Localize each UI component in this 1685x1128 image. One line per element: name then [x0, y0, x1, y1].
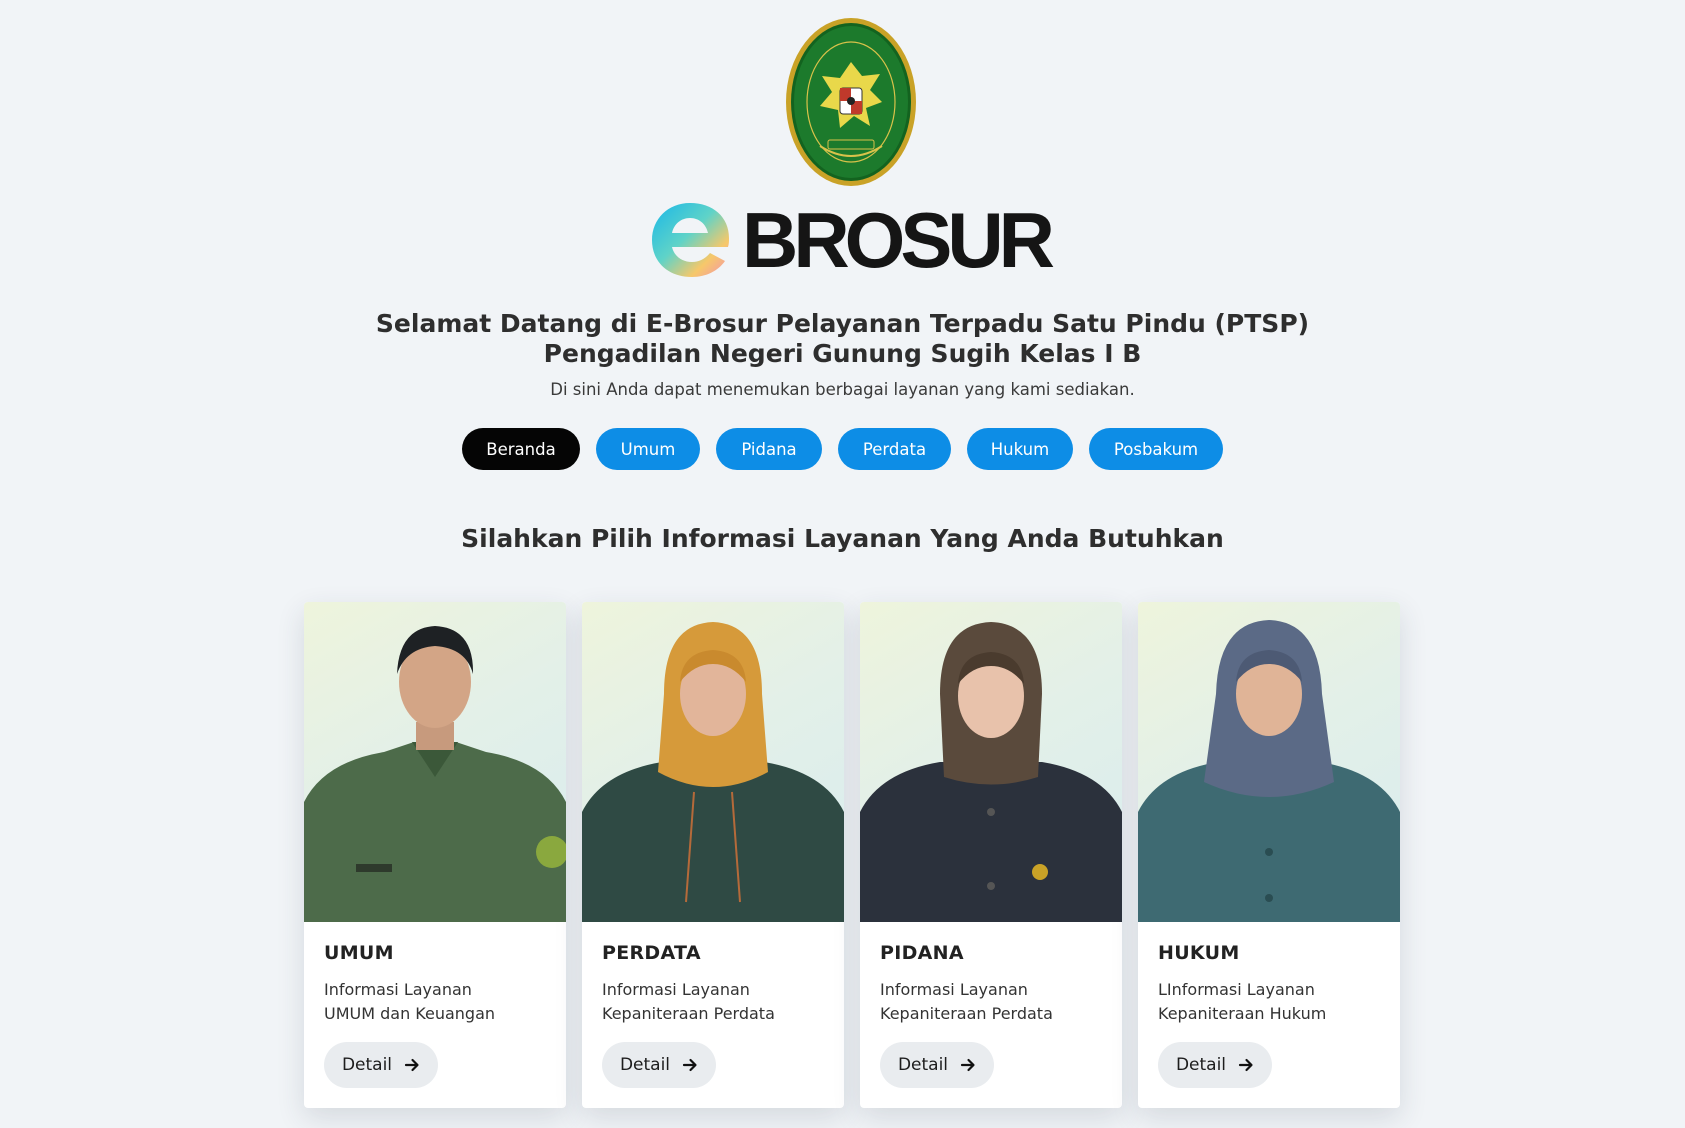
court-emblem-logo — [786, 18, 916, 186]
nav-pidana-button[interactable]: Pidana — [716, 428, 822, 470]
card-desc-line-1: Informasi Layanan — [880, 980, 1028, 999]
card-desc-line-1: Informasi Layanan — [324, 980, 472, 999]
ebrosur-logo: BROSUR — [650, 196, 1055, 284]
arrow-right-icon — [682, 1058, 697, 1072]
detail-button[interactable]: Detail — [1158, 1042, 1272, 1088]
card-desc-line-2: Kepaniteraan Hukum — [1158, 1004, 1327, 1023]
card-umum[interactable]: UMUM Informasi Layanan UMUM dan Keuangan… — [304, 602, 566, 1108]
card-desc-line-2: Kepaniteraan Perdata — [880, 1004, 1053, 1023]
detail-button[interactable]: Detail — [324, 1042, 438, 1088]
welcome-line-1: Selamat Datang di E-Brosur Pelayanan Ter… — [375, 309, 1310, 338]
welcome-line-2: Pengadilan Negeri Gunung Sugih Kelas I B — [543, 339, 1142, 368]
detail-button-label: Detail — [897, 1055, 949, 1075]
nav-beranda-button[interactable]: Beranda — [462, 428, 580, 470]
card-description: LInformasi Layanan Kepaniteraan Hukum — [1158, 978, 1380, 1026]
nav-posbakum-button[interactable]: Posbakum — [1089, 428, 1223, 470]
card-desc-line-1: LInformasi Layanan — [1158, 980, 1315, 999]
card-description: Informasi Layanan Kepaniteraan Perdata — [880, 978, 1102, 1026]
staff-photo — [582, 602, 844, 922]
card-title: UMUM — [324, 942, 394, 964]
nav-perdata-button[interactable]: Perdata — [838, 428, 951, 470]
service-cards: UMUM Informasi Layanan UMUM dan Keuangan… — [304, 602, 1400, 1108]
welcome-subtitle: Di sini Anda dapat menemukan berbagai la… — [550, 380, 1135, 399]
detail-button-label: Detail — [341, 1055, 393, 1075]
detail-button-label: Detail — [1175, 1055, 1227, 1075]
card-title: PERDATA — [602, 942, 701, 964]
staff-photo — [304, 602, 566, 922]
category-nav: Beranda Umum Pidana Perdata Hukum Posbak… — [0, 428, 1685, 470]
card-description: Informasi Layanan UMUM dan Keuangan — [324, 978, 546, 1026]
arrow-right-icon — [404, 1058, 419, 1072]
detail-button[interactable]: Detail — [880, 1042, 994, 1088]
card-perdata[interactable]: PERDATA Informasi Layanan Kepaniteraan P… — [582, 602, 844, 1108]
staff-photo — [1138, 602, 1400, 922]
detail-button[interactable]: Detail — [602, 1042, 716, 1088]
card-desc-line-2: UMUM dan Keuangan — [324, 1004, 496, 1023]
arrow-right-icon — [1238, 1058, 1253, 1072]
card-desc-line-1: Informasi Layanan — [602, 980, 750, 999]
nav-umum-button[interactable]: Umum — [596, 428, 700, 470]
e-letter-logo-icon — [652, 203, 729, 277]
card-title: HUKUM — [1158, 942, 1240, 964]
welcome-heading: Selamat Datang di E-Brosur Pelayanan Ter… — [0, 309, 1685, 369]
detail-button-label: Detail — [619, 1055, 671, 1075]
staff-photo — [860, 602, 1122, 922]
card-title: PIDANA — [880, 942, 964, 964]
nav-hukum-button[interactable]: Hukum — [967, 428, 1073, 470]
brand-wordmark: BROSUR — [742, 196, 1055, 284]
card-desc-line-2: Kepaniteraan Perdata — [602, 1004, 775, 1023]
card-description: Informasi Layanan Kepaniteraan Perdata — [602, 978, 824, 1026]
card-pidana[interactable]: PIDANA Informasi Layanan Kepaniteraan Pe… — [860, 602, 1122, 1108]
card-hukum[interactable]: HUKUM LInformasi Layanan Kepaniteraan Hu… — [1138, 602, 1400, 1108]
arrow-right-icon — [960, 1058, 975, 1072]
section-title: Silahkan Pilih Informasi Layanan Yang An… — [461, 524, 1224, 553]
